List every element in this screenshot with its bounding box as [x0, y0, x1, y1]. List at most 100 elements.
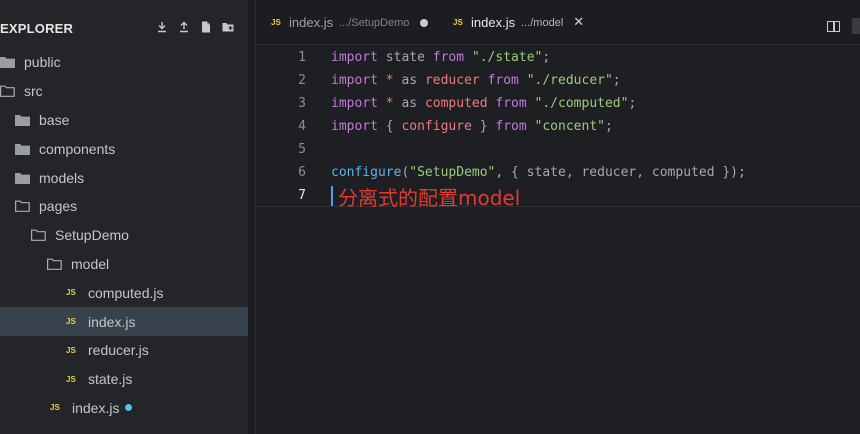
tree-file-reducer-js[interactable]: JS reducer.js: [0, 336, 248, 365]
tab-label: index.js: [471, 15, 516, 30]
code-line[interactable]: 1 import state from "./state";: [256, 46, 860, 69]
tree-folder-pages[interactable]: pages: [0, 192, 248, 221]
code-token: computed: [424, 96, 488, 111]
tree-folder-public[interactable]: public: [0, 48, 248, 77]
code-text: import { configure } from "concent";: [331, 119, 613, 134]
code-token: "./computed": [534, 96, 629, 111]
line-number: 2: [298, 73, 306, 88]
text-cursor: [331, 186, 333, 206]
tree-file-state-js[interactable]: JS state.js: [0, 365, 248, 394]
line-number: 4: [298, 119, 306, 134]
tree-item-label: SetupDemo: [55, 227, 129, 244]
tree-folder-src[interactable]: src: [0, 77, 248, 106]
modified-dot-icon: [125, 404, 133, 412]
code-token: from: [495, 119, 527, 134]
tree-item-label: reducer.js: [88, 342, 149, 359]
tab-setupdemo-index[interactable]: JS index.js .../SetupDemo: [271, 0, 429, 45]
tree-item-label: index.js: [72, 399, 120, 416]
code-token: "concent": [534, 119, 605, 134]
code-token: ;: [542, 50, 551, 65]
tab-bar: JS index.js .../SetupDemo JS index.js ..…: [256, 0, 860, 45]
code-line[interactable]: 2 import * as reducer from "./reducer";: [256, 69, 860, 92]
sidebar-divider[interactable]: [248, 0, 256, 434]
code-text: import * as computed from "./computed";: [331, 96, 636, 111]
tree-folder-components[interactable]: components: [0, 134, 248, 163]
tab-path: .../SetupDemo: [339, 16, 410, 29]
code-token: configure: [401, 119, 472, 134]
tree-folder-models[interactable]: models: [0, 163, 248, 192]
code-text: import state from "./state";: [331, 50, 550, 65]
code-text: import * as reducer from "./reducer";: [331, 73, 621, 88]
code-line[interactable]: 4 import { configure } from "concent";: [256, 115, 860, 138]
tree-folder-setupdemo[interactable]: SetupDemo: [0, 221, 248, 250]
folder-open-icon: [31, 229, 46, 242]
tree-item-label: pages: [39, 198, 78, 215]
code-token: *: [385, 96, 394, 111]
tree-folder-model[interactable]: model: [0, 250, 248, 279]
more-actions-icon[interactable]: [852, 18, 860, 34]
unsaved-dot-icon: [420, 18, 429, 27]
code-token: ;: [628, 96, 637, 111]
code-line[interactable]: 3 import * as computed from "./computed";: [256, 92, 860, 115]
close-icon[interactable]: ✕: [573, 15, 584, 30]
code-token: import: [331, 73, 378, 88]
code-token: *: [385, 73, 394, 88]
line-number: 5: [298, 142, 306, 157]
tree-file-index-js[interactable]: JS index.js: [0, 394, 248, 423]
code-token: state: [377, 50, 433, 65]
code-token: as: [393, 73, 425, 88]
code-token: from: [487, 73, 519, 88]
js-file-icon: JS: [50, 403, 60, 413]
code-token: import: [331, 119, 378, 134]
download-icon[interactable]: [156, 21, 168, 33]
explorer-sidebar: EXPLORER public src base components models pa…: [0, 0, 248, 434]
line-number: 1: [298, 50, 306, 65]
split-editor-icon[interactable]: [827, 21, 840, 32]
tab-model-index[interactable]: JS index.js .../model ✕: [453, 0, 584, 45]
tree-item-label: index.js: [88, 313, 136, 330]
folder-icon: [15, 143, 30, 155]
code-token: ;: [604, 119, 613, 134]
code-token: {: [377, 119, 402, 134]
tree-item-label: state.js: [88, 371, 133, 388]
code-token: "./reducer": [526, 73, 613, 88]
tree-item-label: components: [39, 140, 116, 157]
tab-path: .../model: [521, 16, 564, 29]
tree-item-label: src: [24, 83, 43, 100]
code-token: "SetupDemo": [409, 165, 496, 180]
code-line[interactable]: 5: [256, 138, 860, 161]
js-file-icon: JS: [66, 374, 76, 384]
code-token: from: [432, 50, 465, 65]
line-number: 7: [298, 187, 306, 203]
line-number: 3: [298, 96, 306, 111]
code-editor[interactable]: 1 import state from "./state"; 2 import * a…: [256, 45, 860, 434]
new-file-icon[interactable]: [200, 21, 212, 33]
explorer-title: EXPLORER: [0, 20, 74, 36]
code-token: import: [331, 50, 378, 65]
code-token: import: [331, 96, 378, 111]
code-line[interactable]: 7 分离式的配置model: [256, 184, 860, 210]
code-token: , { state, reducer, computed });: [495, 165, 746, 180]
tab-label: index.js: [289, 15, 334, 30]
js-file-icon: JS: [66, 288, 76, 298]
new-folder-icon[interactable]: [222, 21, 234, 33]
code-line[interactable]: 6 configure("SetupDemo", { state, reducer…: [256, 161, 860, 184]
tree-item-label: base: [39, 111, 70, 128]
tree-folder-base[interactable]: base: [0, 106, 248, 135]
upload-icon[interactable]: [178, 21, 190, 33]
js-file-icon: JS: [271, 18, 281, 27]
tree-file-index-js[interactable]: JS index.js: [0, 307, 248, 336]
folder-icon: [0, 57, 15, 69]
tree-item-label: model: [71, 255, 110, 272]
tree-item-label: public: [24, 54, 61, 71]
code-text: configure("SetupDemo", { state, reducer,…: [331, 165, 746, 180]
code-token: configure: [331, 165, 402, 180]
tree-file-computed-js[interactable]: JS computed.js: [0, 278, 248, 307]
